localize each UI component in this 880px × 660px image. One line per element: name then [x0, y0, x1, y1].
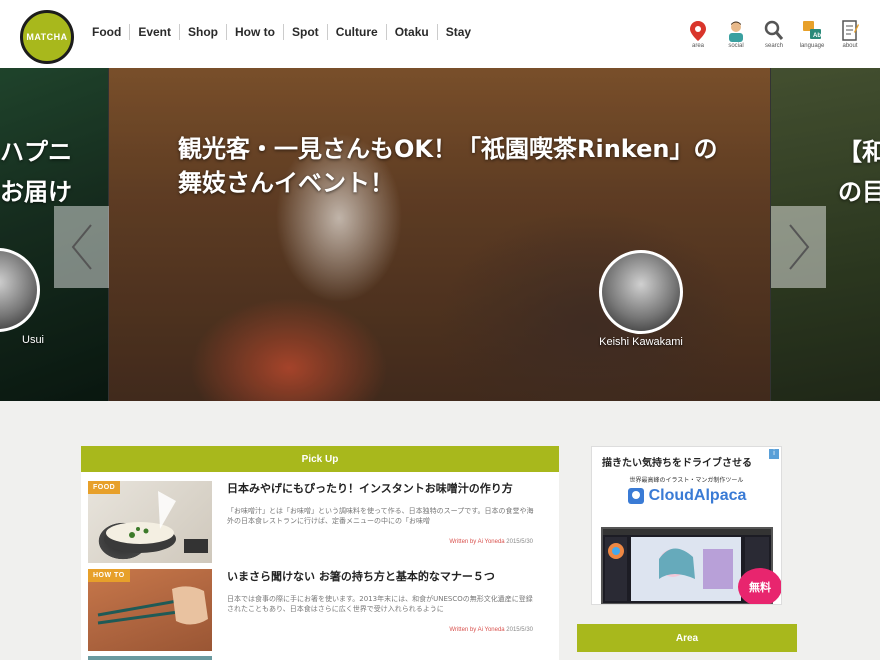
area-button[interactable]: area — [682, 20, 714, 49]
person-icon — [729, 21, 743, 42]
article-date: 2015/5/30 — [506, 539, 533, 545]
article-meta: Written by Ai Yoneda 2015/5/30 — [449, 539, 533, 545]
slide-previous-title: ハプニ お届け — [0, 132, 72, 212]
article-date: 2015/5/30 — [506, 627, 533, 633]
tool-label: area — [691, 43, 704, 49]
ad-subline: 世界最高峰のイラスト・マンガ制作ツール — [629, 477, 744, 484]
category-tag: HOW TO — [88, 569, 130, 582]
article-author[interactable]: Written by Ai Yoneda — [449, 539, 504, 545]
matcha-logo[interactable]: MATCHA — [20, 10, 74, 64]
alpaca-logo-icon — [627, 488, 644, 504]
slider-prev-button[interactable] — [54, 206, 109, 288]
article-body: いまさら聞けない お箸の持ち方と基本的なマナー５つ 日本では食事の際に手にお箸を… — [227, 569, 537, 651]
header-tools: area social search Ab language about — [682, 20, 866, 49]
list-item[interactable]: FOOD 日本みやげにもぴったり！インスタントお味噌汁の作り方 「お味噌汁」とは… — [88, 481, 537, 563]
slide-overlay — [109, 68, 770, 401]
pickup-heading: Pick Up — [81, 446, 559, 472]
article-thumbnail-partial[interactable] — [88, 656, 212, 660]
article-thumbnail[interactable]: FOOD — [88, 481, 212, 563]
social-button[interactable]: social — [720, 20, 752, 49]
main-nav: Food Event Shop How to Spot Culture Otak… — [84, 24, 479, 40]
language-button[interactable]: Ab language — [796, 20, 828, 49]
ad-brand-name: CloudAlpaca — [648, 487, 747, 504]
area-heading: Area — [577, 624, 797, 652]
slide-next-title-line: 【和 — [838, 138, 880, 166]
about-button[interactable]: about — [834, 20, 866, 49]
chevron-left-icon — [71, 224, 92, 270]
category-tag: FOOD — [88, 481, 121, 494]
article-meta: Written by Ai Yoneda 2015/5/30 — [449, 627, 533, 633]
article-excerpt: 「お味噌汁」とは「お味噌」という調味料を使って作る、日本独特のスープです。日本の… — [227, 507, 534, 525]
search-button[interactable]: search — [758, 20, 790, 49]
nav-stay[interactable]: Stay — [438, 24, 479, 40]
slide-current[interactable] — [109, 68, 770, 401]
nav-otaku[interactable]: Otaku — [387, 24, 438, 40]
slide-previous-title-line: ハプニ — [0, 138, 72, 166]
nav-shop[interactable]: Shop — [180, 24, 228, 40]
nav-how-to[interactable]: How to — [227, 24, 285, 40]
ad-headline: 描きたい気持ちをドライブさせる — [602, 458, 752, 469]
article-author[interactable]: Written by Ai Yoneda — [449, 627, 504, 633]
nav-spot[interactable]: Spot — [284, 24, 328, 40]
tool-label: language — [799, 43, 825, 49]
nav-culture[interactable]: Culture — [328, 24, 387, 40]
slide-next-title: 【和 の目 — [838, 132, 880, 212]
list-item[interactable]: HOW TO いまさら聞けない お箸の持ち方と基本的なマナー５つ 日本では食事の… — [88, 569, 537, 651]
ad-info-icon[interactable]: i — [769, 449, 779, 459]
site-header: MATCHA Food Event Shop How to Spot Cultu… — [0, 0, 880, 69]
slide-current-title[interactable]: 観光客・一見さんもOK！「祇園喫茶Rinken」の舞妓さんイベント！ — [178, 132, 738, 200]
ad-brand: CloudAlpaca — [592, 487, 781, 505]
tool-label: about — [842, 43, 858, 49]
chevron-right-icon — [788, 224, 809, 270]
slide-previous-author[interactable]: Usui — [0, 248, 44, 346]
logo-text: MATCHA — [26, 32, 68, 42]
nav-food[interactable]: Food — [84, 24, 131, 40]
document-icon — [842, 20, 859, 41]
avatar — [599, 250, 683, 334]
author-name: Usui — [22, 334, 45, 346]
article-title[interactable]: 日本みやげにもぴったり！インスタントお味噌汁の作り方 — [227, 482, 537, 496]
pickup-panel: Pick Up FOOD 日本みやげにもぴったり！インスタントお味噌汁の作り方 … — [81, 446, 559, 660]
ad-free-badge: 無料 — [738, 568, 781, 604]
author-name: Keishi Kawakami — [599, 336, 683, 348]
nav-event[interactable]: Event — [130, 24, 181, 40]
map-pin-icon — [690, 21, 706, 41]
article-title[interactable]: いまさら聞けない お箸の持ち方と基本的なマナー５つ — [227, 570, 537, 584]
tool-label: social — [728, 43, 744, 49]
slider-next-button[interactable] — [771, 206, 826, 288]
article-excerpt: 日本では食事の際に手にお箸を使います。2013年末には、和食がUNESCOの無形… — [227, 595, 533, 613]
svg-text:Ab: Ab — [813, 33, 821, 39]
search-icon — [764, 20, 784, 40]
tool-label: search — [764, 43, 783, 49]
slide-next-title-line: の目 — [838, 178, 880, 206]
hero-slider: ハプニ お届け Usui 観光客・一見さんもOK！「祇園喫茶Rinken」の舞妓… — [0, 68, 880, 401]
avatar — [0, 248, 40, 332]
article-body: 日本みやげにもぴったり！インスタントお味噌汁の作り方 「お味噌汁」とは「お味噌」… — [227, 481, 537, 563]
language-icon: Ab — [803, 21, 821, 39]
ad-banner[interactable]: i 描きたい気持ちをドライブさせる 世界最高峰のイラスト・マンガ制作ツール Cl… — [591, 446, 782, 605]
slide-current-author[interactable]: Keishi Kawakami — [599, 250, 683, 348]
article-thumbnail[interactable]: HOW TO — [88, 569, 212, 651]
